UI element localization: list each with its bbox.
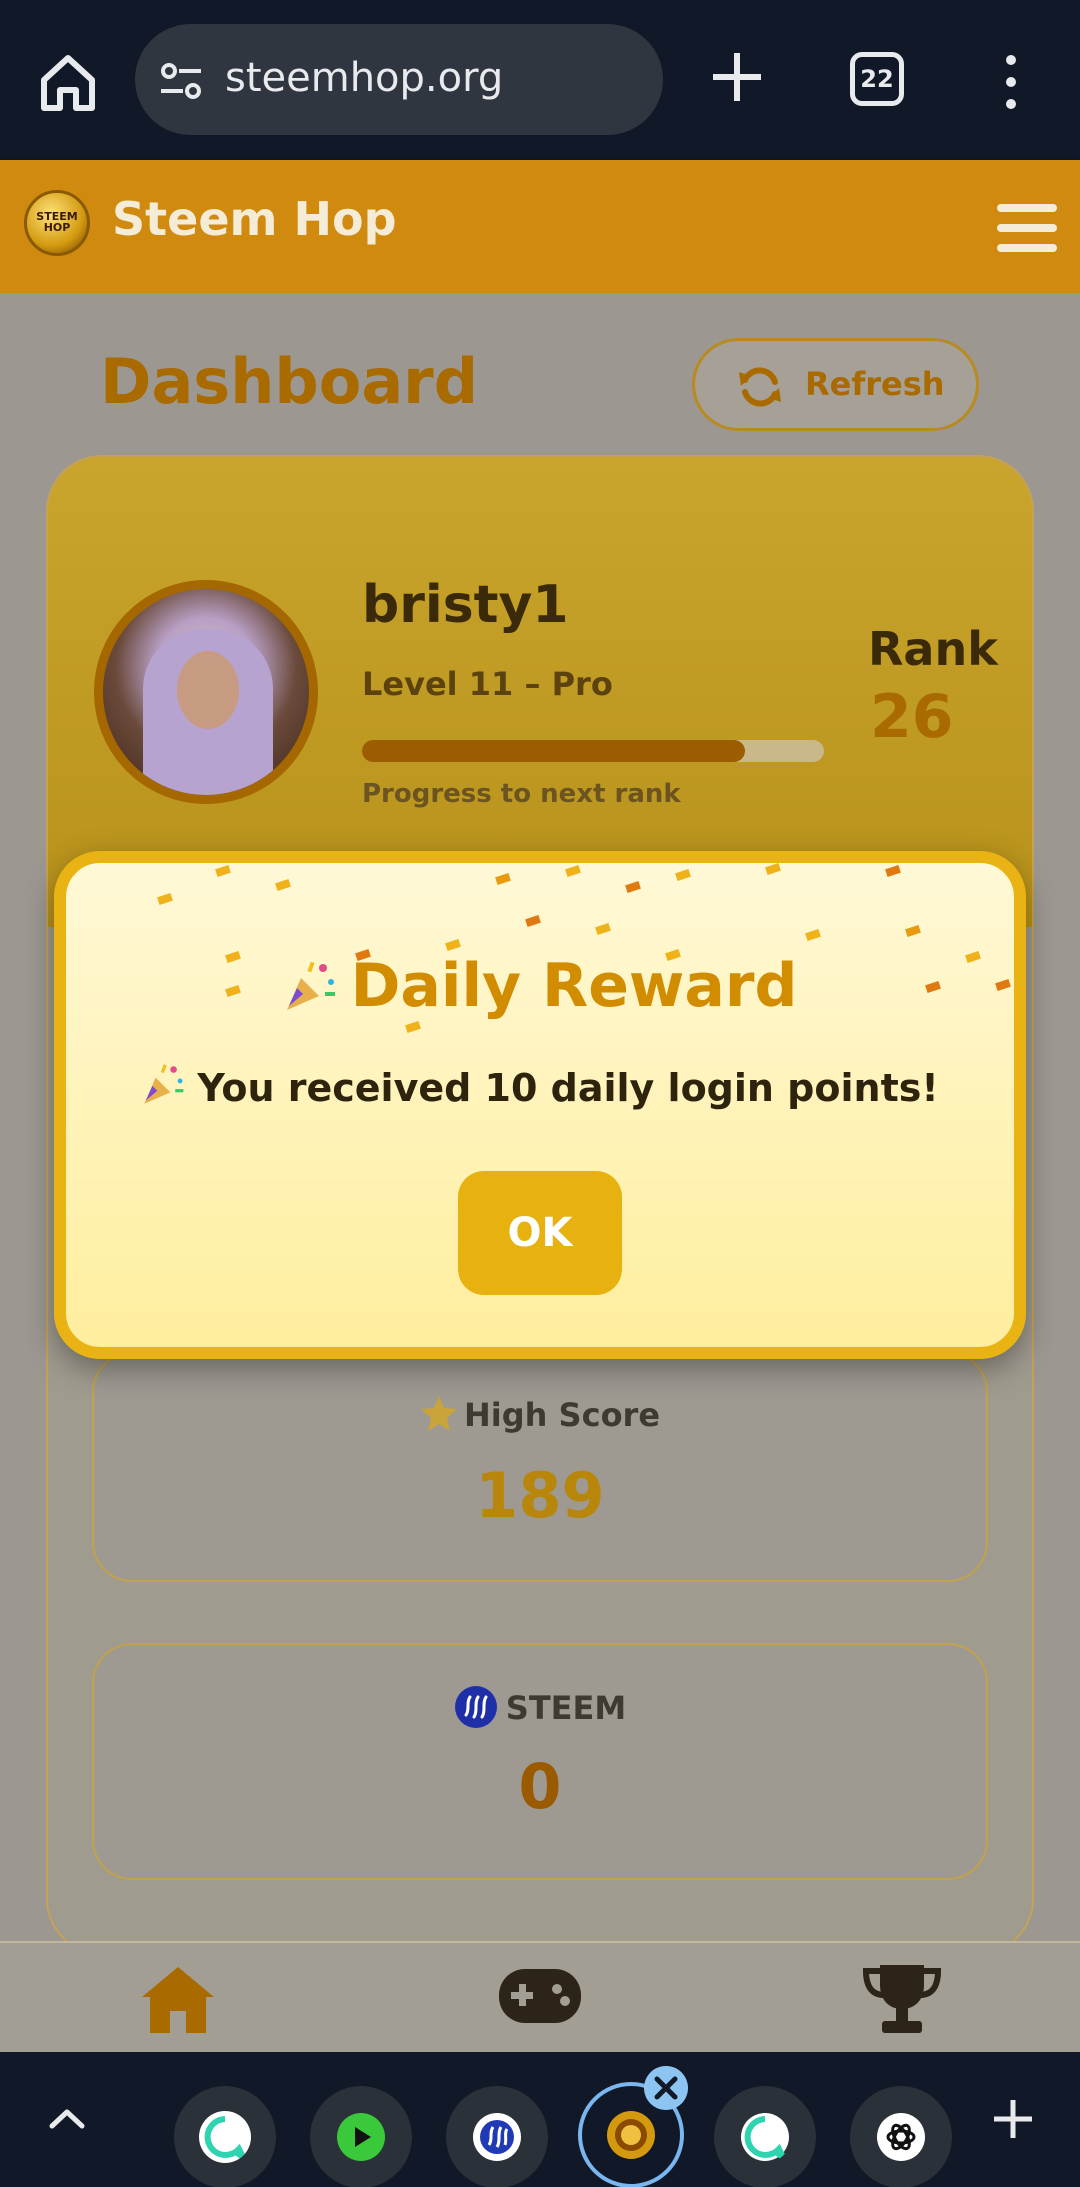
chat-bubble-icon [199,2111,251,2163]
taskbar-app-chatgpt[interactable] [850,2086,952,2187]
rank-progress-bar [362,740,824,762]
confetti [765,863,781,875]
taskbar-app-play[interactable] [310,2086,412,2187]
trophy-icon[interactable] [862,1961,942,2035]
party-popper-icon [144,1064,184,1104]
taskbar-app-chat-2[interactable] [714,2086,816,2187]
progress-label: Progress to next rank [362,779,681,809]
steem-app-icon [473,2113,521,2161]
page-title: Dashboard [100,345,479,418]
rank-label: Rank [868,622,998,676]
level-text: Level 11 – Pro [362,665,613,703]
confetti [675,869,691,881]
taskbar-app-chat[interactable] [174,2086,276,2187]
steem-value: 0 [518,1750,562,1823]
confetti [595,923,611,935]
play-app-icon [337,2113,385,2161]
refresh-icon [739,367,781,407]
home-icon[interactable] [138,1963,218,2035]
chat-bubble-icon [741,2113,790,2163]
new-tab-icon[interactable] [705,45,769,109]
system-taskbar [0,2052,1080,2187]
rank-value: 26 [870,682,954,752]
confetti [275,879,291,891]
site-settings-icon[interactable] [157,57,205,105]
app-title[interactable]: Steem Hop [112,192,397,246]
confetti [445,939,461,951]
confetti [525,915,541,927]
url-text: steemhop.org [225,55,504,101]
confetti [805,929,821,941]
app-logo[interactable]: STEEM HOP [24,190,90,256]
daily-reward-dialog: Daily Reward You received 10 daily login… [54,851,1026,1359]
party-popper-icon [286,961,335,1010]
dialog-title: Daily Reward [350,951,798,1021]
address-bar[interactable]: steemhop.org [135,24,663,135]
confetti [885,865,901,877]
dialog-message: You received 10 daily login points! [197,1066,939,1110]
logo-text-line2: HOP [43,221,71,234]
tab-switcher-button[interactable]: 22 [850,52,904,106]
confetti [215,865,231,877]
confetti [405,1021,421,1033]
high-score-label: High Score [463,1396,661,1434]
steem-hop-app-icon [607,2111,655,2159]
confetti [157,893,173,905]
refresh-button[interactable]: Refresh [692,338,979,431]
ok-button[interactable]: OK [458,1171,622,1295]
confetti [905,925,921,937]
app-header: STEEM HOP Steem Hop [0,160,1080,293]
avatar [94,580,318,804]
close-icon[interactable] [644,2066,688,2110]
rank-progress-fill [362,740,746,762]
home-icon[interactable] [36,50,100,114]
browser-toolbar: steemhop.org 22 [0,0,1080,160]
high-score-value: 189 [475,1459,605,1532]
hamburger-menu-icon[interactable] [995,200,1059,256]
confetti [495,873,511,885]
star-icon [420,1396,457,1431]
confetti [625,881,641,893]
more-options-icon[interactable] [995,50,1027,114]
taskbar-app-steem[interactable] [446,2086,548,2187]
steem-label: STEEM [505,1689,627,1727]
steem-balance-card: STEEM 0 [92,1643,988,1880]
chevron-up-icon[interactable] [44,2096,90,2142]
confetti [565,865,581,877]
refresh-label: Refresh [805,365,945,403]
avatar-face [177,651,239,729]
bottom-navigation [0,1941,1080,2052]
high-score-card: High Score 189 [92,1352,988,1582]
steem-icon [454,1686,497,1728]
gamepad-icon[interactable] [497,1965,583,2027]
add-app-icon[interactable] [990,2096,1036,2142]
username: bristy1 [362,575,569,635]
chatgpt-icon [877,2113,925,2161]
